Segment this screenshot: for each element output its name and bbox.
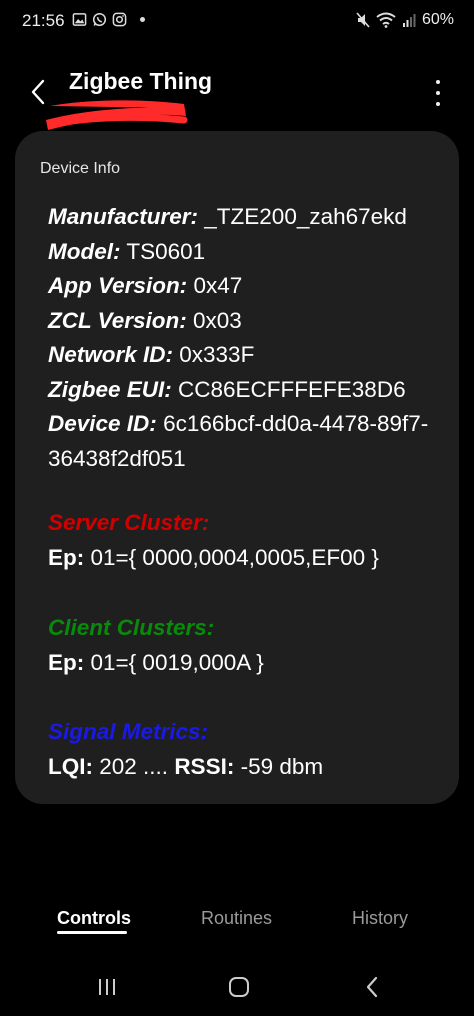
more-options-button[interactable] [430,80,446,106]
status-right: 60% [356,11,454,29]
status-time: 21:56 [22,11,65,30]
mute-icon [356,12,370,28]
field-network-id: Network ID: 0x333F [48,342,255,367]
server-cluster-value: Ep: 01={ 0000,0004,0005,EF00 } [48,545,379,570]
field-device-id: Device ID: 6c166bcf-dd0a-4478-89f7-36438… [48,411,429,471]
redaction-scribble [46,100,188,130]
tab-routines[interactable]: Routines [201,908,272,929]
page-title: Zigbee Thing [69,68,213,94]
back-icon [366,976,378,998]
home-icon [229,977,249,997]
gallery-icon [72,13,87,26]
wifi-icon [376,12,396,28]
status-bar: 21:56 60% [0,0,474,44]
client-clusters-heading: Client Clusters: [48,615,215,640]
device-info-card: Device Info Manufacturer: _TZE200_zah67e… [15,131,459,804]
card-label: Device Info [40,160,121,177]
field-app-version: App Version: 0x47 [48,273,243,298]
more-notifications-dot [140,17,145,22]
field-zigbee-eui: Zigbee EUI: CC86ECFFFEFE38D6 [48,376,406,402]
instagram-icon [112,12,127,27]
device-info-fields: Manufacturer: _TZE200_zah67ekd Model: TS… [48,200,448,476]
field-model: Model: TS0601 [48,238,206,264]
signal-metrics-value: LQI: 202 .... RSSI: -59 dbm [48,754,324,779]
more-vertical-icon [436,80,440,84]
server-cluster-heading: Server Cluster: [48,510,210,535]
field-manufacturer: Manufacturer: _TZE200_zah67ekd [48,204,407,229]
recents-icon [99,979,115,995]
client-clusters-value: Ep: 01={ 0019,000A } [48,650,264,675]
signal-icon [402,14,416,27]
notification-icons [72,12,145,27]
tab-active-indicator [57,931,127,934]
battery-percent: 60% [421,11,454,28]
signal-metrics-heading: Signal Metrics: [48,719,209,744]
tab-controls[interactable]: Controls [57,908,131,929]
system-navigation-bar [0,962,474,1010]
recents-button[interactable] [92,972,122,1002]
field-zcl-version: ZCL Version: 0x03 [48,307,242,333]
whatsapp-icon [92,12,107,27]
bottom-tabs: Controls Routines History [0,900,474,944]
nav-back-button[interactable] [357,972,387,1002]
tab-history[interactable]: History [352,908,408,929]
home-button[interactable] [224,972,254,1002]
